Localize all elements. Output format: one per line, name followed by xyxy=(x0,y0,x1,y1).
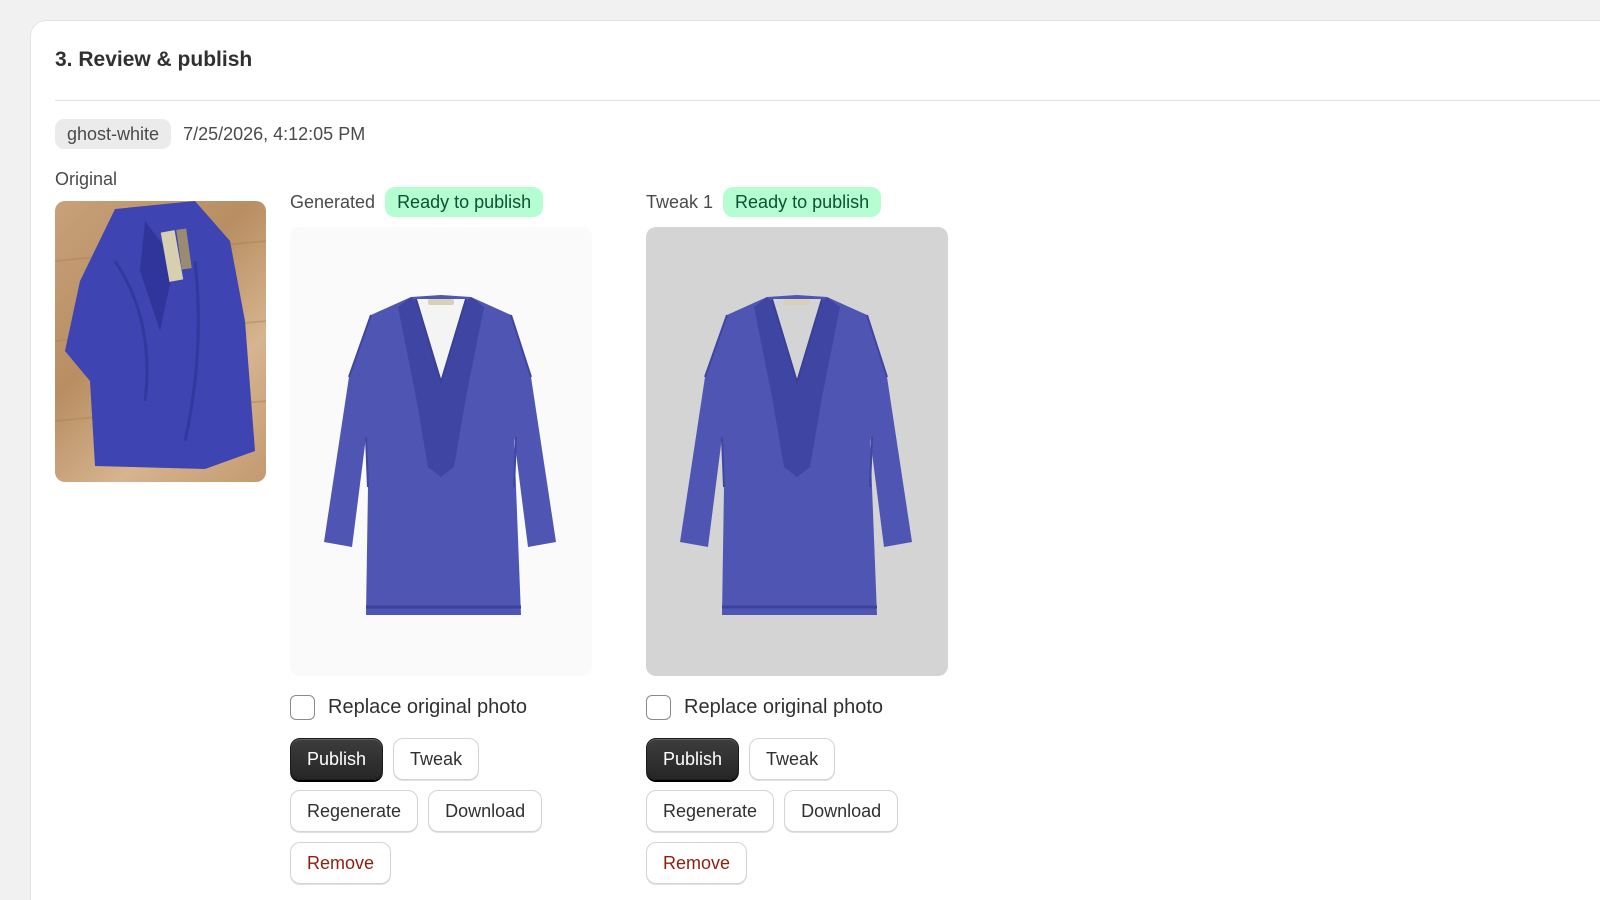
button-row: Regenerate Download xyxy=(290,790,592,832)
download-button[interactable]: Download xyxy=(784,790,899,832)
section-divider xyxy=(55,100,1600,101)
variant-generated: Generated Ready to publish Replace origi… xyxy=(290,187,592,884)
generated-image[interactable] xyxy=(290,227,592,676)
tunic-image xyxy=(324,294,556,615)
status-badge: Ready to publish xyxy=(385,187,544,217)
variant-label: Generated xyxy=(290,191,376,212)
variant-label: Tweak 1 xyxy=(646,191,714,212)
remove-button[interactable]: Remove xyxy=(290,842,392,884)
button-row: Regenerate Download xyxy=(646,790,948,832)
original-label: Original xyxy=(55,169,118,189)
generated-image[interactable] xyxy=(646,227,948,676)
publish-button[interactable]: Publish xyxy=(290,738,384,780)
replace-original-row[interactable]: Replace original photo xyxy=(646,693,948,721)
replace-original-label: Replace original photo xyxy=(328,695,528,718)
replace-original-row[interactable]: Replace original photo xyxy=(290,693,592,721)
replace-original-checkbox[interactable] xyxy=(646,694,671,720)
button-row: Publish Tweak xyxy=(290,738,592,780)
replace-original-label: Replace original photo xyxy=(684,695,884,718)
variant-header: Generated Ready to publish xyxy=(290,187,592,217)
replace-original-checkbox[interactable] xyxy=(290,694,315,720)
tunic-image xyxy=(680,294,912,615)
status-badge: Ready to publish xyxy=(723,187,882,217)
button-row: Remove xyxy=(290,842,592,884)
section-title: 3. Review & publish xyxy=(55,48,253,71)
button-row: Publish Tweak xyxy=(646,738,948,780)
download-button[interactable]: Download xyxy=(428,790,543,832)
publish-button[interactable]: Publish xyxy=(646,738,740,780)
original-column: Original xyxy=(55,169,266,482)
regenerate-button[interactable]: Regenerate xyxy=(646,790,775,832)
variant-tweak-1: Tweak 1 Ready to publish Replace origina… xyxy=(646,187,948,884)
tweak-button[interactable]: Tweak xyxy=(749,738,836,780)
original-photo xyxy=(55,201,266,482)
button-row: Remove xyxy=(646,842,948,884)
variant-header: Tweak 1 Ready to publish xyxy=(646,187,948,217)
review-publish-card: 3. Review & publish ghost-white 7/25/202… xyxy=(30,20,1600,900)
regenerate-button[interactable]: Regenerate xyxy=(290,790,419,832)
meta-row: ghost-white 7/25/2026, 4:12:05 PM xyxy=(55,119,365,149)
timestamp: 7/25/2026, 4:12:05 PM xyxy=(183,123,366,144)
tweak-button[interactable]: Tweak xyxy=(393,738,480,780)
remove-button[interactable]: Remove xyxy=(646,842,748,884)
background-tag: ghost-white xyxy=(55,119,172,149)
